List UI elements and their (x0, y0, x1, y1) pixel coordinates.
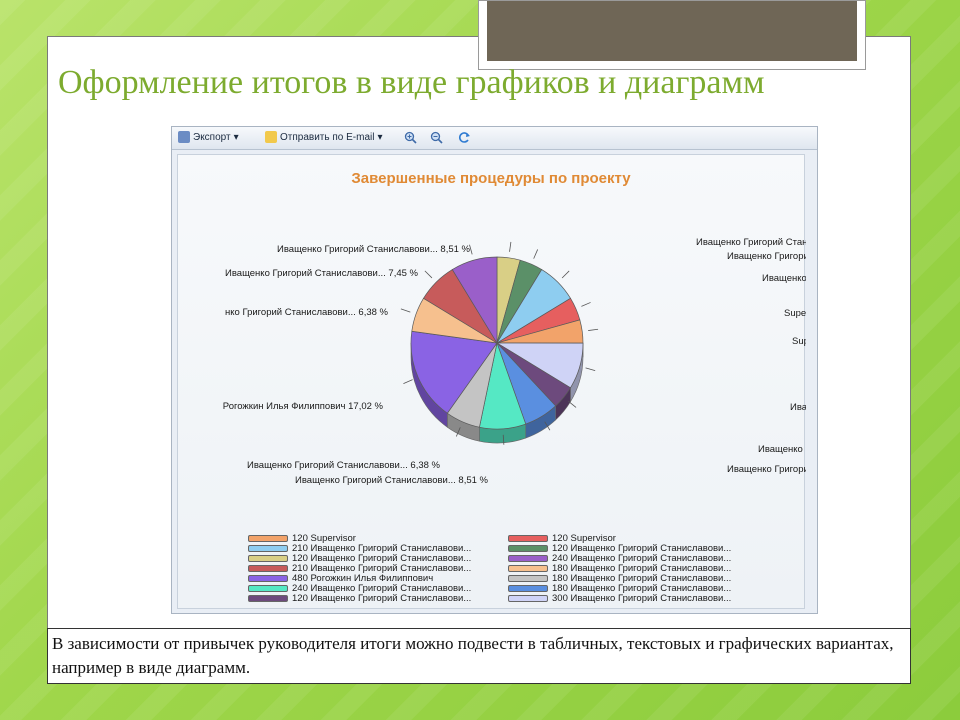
legend-swatch (508, 565, 548, 572)
legend-swatch (248, 545, 288, 552)
legend-swatch (508, 535, 548, 542)
pie-slice-label: Иващенко Григорий Станиславови... 8,51 % (295, 475, 489, 486)
email-dropdown-icon: ▾ (377, 131, 383, 143)
pie-leader-line (509, 241, 512, 252)
pie-slice-label: Иващенко Григорий Станиславови... (790, 402, 806, 413)
pie-leader-line (533, 249, 539, 259)
export-button[interactable]: Экспорт ▾ (178, 131, 239, 143)
zoom-out-icon (430, 131, 443, 144)
zoom-out-button[interactable] (430, 131, 443, 144)
export-label: Экспорт (193, 131, 231, 143)
pie-slice-label: Иващенко Григорий Станиславови... 4,26 % (727, 251, 806, 262)
legend-label: 300 Иващенко Григорий Станиславови... (552, 593, 732, 604)
report-toolbar: Экспорт ▾ Отправить по E-mail ▾ (172, 127, 817, 150)
email-icon (265, 131, 277, 143)
send-email-button[interactable]: Отправить по E-mail ▾ (265, 131, 382, 143)
pie-leader-line (588, 328, 599, 331)
pie-leader-line (561, 270, 570, 279)
zoom-in-button[interactable] (404, 131, 417, 144)
legend-item: 300 Иващенко Григорий Станиславови... (508, 593, 731, 604)
pie-slice-label: нко Григорий Станиславови... 6,38 % (225, 307, 388, 318)
export-dropdown-icon: ▾ (233, 131, 239, 143)
pie-slice-label: Рогожкин Илья Филиппович 17,02 % (223, 401, 384, 412)
send-email-label: Отправить по E-mail (280, 131, 375, 143)
pie-leader-line (400, 308, 411, 313)
pie-leader-line (568, 400, 577, 408)
refresh-icon (458, 132, 470, 143)
decorative-frame (478, 0, 866, 70)
slide-title: Оформление итогов в виде графиков и диаг… (58, 64, 765, 101)
pie-slice-label: Иващенко Григорий Станиславови... 6,38 % (727, 464, 806, 475)
pie-slice-label: Иващенко Григорий Станиславови... 4,26 (758, 444, 806, 455)
pie-leader-line (424, 270, 433, 279)
pie-leader-line (581, 302, 591, 307)
legend-swatch (248, 585, 288, 592)
legend-swatch (248, 555, 288, 562)
zoom-in-icon (404, 131, 417, 144)
pie-slice-label: Иващенко Григорий Станиславови... 7,45 % (225, 268, 419, 279)
chart-legend: 120 Supervisor 210 Иващенко Григорий Стан… (248, 533, 780, 605)
legend-swatch (508, 545, 548, 552)
pie-slice-label: Supervisor 4,26 % (784, 308, 806, 319)
legend-swatch (248, 565, 288, 572)
pie-slice-label: Иващенко Григорий Станиславови... 8,51 % (277, 244, 471, 255)
slide-caption: В зависимости от привычек руководителя и… (52, 634, 894, 677)
legend-swatch (248, 595, 288, 602)
report-window: Экспорт ▾ Отправить по E-mail ▾ Завершен… (171, 126, 818, 614)
refresh-button[interactable] (458, 131, 471, 144)
pie-slice-label: Иващенко Григорий Станиславови... 4,26 % (696, 237, 806, 248)
legend-swatch (508, 555, 548, 562)
legend-swatch (248, 535, 288, 542)
decorative-frame-fill (487, 1, 857, 61)
legend-swatch (248, 575, 288, 582)
chart-area: Завершенные процедуры по проекту Иващенк… (177, 154, 806, 609)
legend-swatch (508, 575, 548, 582)
pie-chart: Иващенко Григорий Станиславови... 4,26 %… (223, 237, 806, 486)
legend-item: 120 Иващенко Григорий Станиславови... (248, 593, 471, 604)
export-icon (178, 131, 190, 143)
legend-label: 120 Иващенко Григорий Станиславови... (292, 593, 472, 604)
pie-slice-label: Supervisor 4,26 % (792, 336, 806, 347)
pie-slice-label: Иващенко Григорий Станиславови... 7,45 (762, 273, 806, 284)
pie-leader-line (585, 367, 596, 372)
pie-leader-line (403, 379, 413, 384)
legend-swatch (508, 595, 548, 602)
pie-slice-label: Иващенко Григорий Станиславови... 6,38 % (247, 460, 441, 471)
legend-swatch (508, 585, 548, 592)
